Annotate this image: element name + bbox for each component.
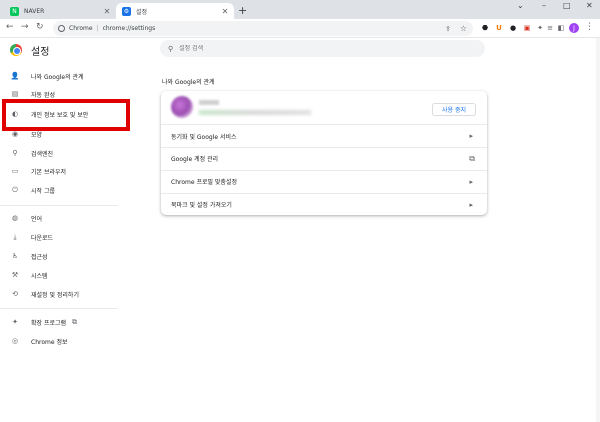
sidebar-item-label: 기본 브라우저 <box>31 168 67 176</box>
profile-avatar[interactable]: J <box>569 23 579 33</box>
person-icon: 👤 <box>10 72 20 80</box>
back-arrow-icon[interactable]: ← <box>6 22 14 32</box>
row-label: 북마크 및 설정 가져오기 <box>171 202 232 209</box>
scrollbar[interactable] <box>596 38 600 422</box>
row-label: 동기화 및 Google 서비스 <box>171 133 237 141</box>
row-label: Chrome 프로필 맞춤설정 <box>171 179 237 186</box>
download-icon: ⤓ <box>13 232 17 241</box>
sidebar-item-label: 시스템 <box>31 272 48 280</box>
u-extension-icon[interactable]: U <box>494 23 504 33</box>
sidebar-divider <box>0 205 118 206</box>
puzzle-icon[interactable]: ✦ <box>535 23 545 33</box>
row-manage-google-account[interactable]: Google 계정 관리 ⧉ <box>161 147 487 169</box>
tab-settings[interactable]: ⚙ 설정 ✕ <box>116 3 234 19</box>
history-icon: ⟲ <box>12 290 18 298</box>
row-import-bookmarks[interactable]: 북마크 및 설정 가져오기 ▸ <box>161 193 487 215</box>
puzzle-icon: ✦ <box>12 318 18 326</box>
gear-icon: ⚙ <box>122 6 131 16</box>
minimize-button[interactable]: – <box>542 1 546 10</box>
tab-title: NAVER <box>24 7 45 15</box>
external-link-icon: ⧉ <box>469 153 475 163</box>
chrome-icon <box>58 25 65 32</box>
account-email-redacted <box>199 110 311 115</box>
sidebar-item-accessibility[interactable]: ♿ 접근성 <box>0 248 150 264</box>
row-sync-google-services[interactable]: 동기화 및 Google 서비스 ▸ <box>161 125 487 147</box>
red-extension-icon[interactable]: ▣ <box>522 23 532 33</box>
bolt-extension-icon[interactable]: ⬣ <box>480 23 490 33</box>
sidebar-item-label: Chrome 정보 <box>31 338 68 346</box>
sidebar-item-extensions[interactable]: ✦ 확장 프로그램 ⧉ <box>0 314 150 330</box>
maximize-button[interactable]: □ <box>563 1 571 10</box>
sidebar-item-default-browser[interactable]: ▭ 기본 브라우저 <box>0 163 150 179</box>
browser-icon: ▭ <box>11 167 19 175</box>
sidebar-item-label: 나와 Google의 관계 <box>31 73 84 81</box>
chevron-right-icon: ▸ <box>469 132 473 140</box>
settings-search[interactable]: ⚲ <box>160 40 485 57</box>
sidebar-item-on-startup[interactable]: ⏻ 시작 그룹 <box>0 182 150 198</box>
close-icon[interactable]: ✕ <box>102 7 112 16</box>
url-host: Chrome <box>69 25 93 32</box>
playlist-icon[interactable]: ≡ <box>545 23 555 33</box>
highlight-annotation-box <box>2 99 130 131</box>
tab-title: 설정 <box>136 8 148 16</box>
new-tab-button[interactable]: + <box>238 4 247 17</box>
section-title: 나와 Google의 관계 <box>162 79 215 86</box>
you-and-google-card: 사용 중지 동기화 및 Google 서비스 ▸ Google 계정 관리 ⧉ … <box>161 91 487 215</box>
close-window-button[interactable]: ✕ <box>586 1 593 10</box>
globe-icon: ◍ <box>11 214 19 222</box>
chrome-logo-icon <box>10 44 22 56</box>
share-icon[interactable]: ⇪ <box>445 25 451 33</box>
chevron-right-icon: ▸ <box>469 177 473 186</box>
accessibility-icon: ♿ <box>11 252 19 260</box>
power-icon: ⏻ <box>12 185 18 194</box>
more-menu-icon[interactable]: ⋮ <box>585 22 594 32</box>
chrome-icon: ◎ <box>11 337 19 345</box>
toolbar: ← → ↻ Chrome | chrome://settings ⇪ ☆ ⬣ U… <box>0 19 600 38</box>
sidebar-item-system[interactable]: ⚒ 시스템 <box>0 267 150 283</box>
turn-off-sync-button[interactable]: 사용 중지 <box>432 103 476 116</box>
naver-favicon-icon: N <box>10 6 19 16</box>
sidebar-item-search-engine[interactable]: ⚲ 검색엔진 <box>0 145 150 161</box>
sidebar-item-languages[interactable]: ◍ 언어 <box>0 210 150 226</box>
sidebar-item-label: 시작 그룹 <box>31 187 55 195</box>
close-icon[interactable]: ✕ <box>220 7 230 16</box>
search-icon: ⚲ <box>12 149 18 157</box>
sidebar-item-downloads[interactable]: ⤓ 다운로드 <box>0 229 150 245</box>
clipboard-icon: ▤ <box>11 90 19 98</box>
sidebar-item-label: 접근성 <box>31 253 48 261</box>
sidebar-item-label: 자동 완성 <box>31 91 55 99</box>
tab-naver[interactable]: N NAVER ✕ <box>4 3 116 19</box>
address-bar[interactable]: Chrome | chrome://settings ⇪ ☆ <box>53 21 473 36</box>
bookmark-star-icon[interactable]: ☆ <box>460 24 467 33</box>
sidebar-item-label: 검색엔진 <box>31 150 54 158</box>
url-path: chrome://settings <box>102 25 156 32</box>
side-panel-icon[interactable]: ◧ <box>556 23 566 33</box>
reload-icon[interactable]: ↻ <box>36 22 44 32</box>
page-title: 설정 <box>31 47 50 58</box>
sidebar-item-you-and-google[interactable]: 👤 나와 Google의 관계 <box>0 68 150 84</box>
tab-search-icon[interactable]: ⌄ <box>517 1 524 10</box>
url-separator: | <box>96 25 99 32</box>
sidebar-item-label: 확장 프로그램 <box>31 319 67 327</box>
profile-row: 사용 중지 <box>161 91 487 125</box>
sidebar-item-label: 언어 <box>31 215 43 223</box>
sidebar-item-label: 재설정 및 정리하기 <box>31 291 79 299</box>
wrench-icon: ⚒ <box>11 271 19 279</box>
sidebar-divider <box>0 308 118 309</box>
dark-extension-icon[interactable]: ● <box>508 23 518 33</box>
row-label: Google 계정 관리 <box>171 156 219 163</box>
tab-strip: N NAVER ✕ ⚙ 설정 ✕ + ⌄ – □ ✕ <box>0 0 600 19</box>
external-link-icon: ⧉ <box>72 317 78 326</box>
sidebar-item-label: 다운로드 <box>31 234 54 242</box>
sidebar-item-about[interactable]: ◎ Chrome 정보 <box>0 333 150 349</box>
avatar <box>171 96 193 118</box>
account-name-redacted <box>199 100 219 105</box>
row-customize-profile[interactable]: Chrome 프로필 맞춤설정 ▸ <box>161 170 487 192</box>
sidebar-item-reset[interactable]: ⟲ 재설정 및 정리하기 <box>0 286 150 302</box>
search-icon: ⚲ <box>168 44 174 53</box>
palette-icon: ◉ <box>11 130 19 138</box>
chevron-right-icon: ▸ <box>469 200 473 209</box>
forward-arrow-icon[interactable]: → <box>21 22 29 32</box>
search-input[interactable] <box>179 45 460 52</box>
